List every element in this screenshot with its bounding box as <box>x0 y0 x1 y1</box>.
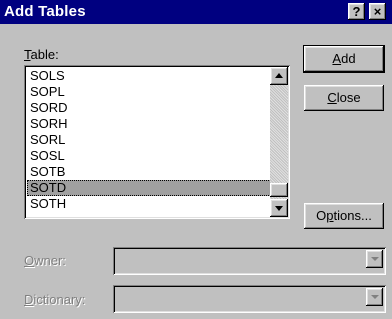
table-listbox[interactable]: SOLS SOPL SORD SORH SORL SOSL SOTB SOTD SOTH <box>24 65 290 219</box>
options-button[interactable]: Options... <box>304 203 384 229</box>
dictionary-label: Dictionary: <box>24 292 86 307</box>
help-icon: ? <box>352 4 361 19</box>
help-button[interactable]: ? <box>348 3 365 20</box>
close-icon: × <box>373 4 382 19</box>
table-list-item[interactable]: SOLS <box>27 68 273 84</box>
table-list-item[interactable]: SOSL <box>27 148 273 164</box>
chevron-down-icon <box>371 295 379 299</box>
arrow-up-icon <box>275 73 283 78</box>
table-list-item[interactable]: SOTB <box>27 164 273 180</box>
arrow-down-icon <box>275 206 283 211</box>
dictionary-dropdown-button[interactable] <box>366 288 383 306</box>
scroll-up-button[interactable] <box>270 67 288 85</box>
owner-dropdown-button[interactable] <box>366 250 383 268</box>
chevron-down-icon <box>371 257 379 261</box>
scroll-down-button[interactable] <box>270 199 288 217</box>
owner-combobox[interactable] <box>113 247 386 275</box>
dialog-title: Add Tables <box>4 3 86 20</box>
table-list: SOLS SOPL SORD SORH SORL SOSL SOTB SOTD SOTH <box>27 68 273 212</box>
table-list-item[interactable]: SORH <box>27 116 273 132</box>
table-list-item[interactable]: SOTH <box>27 196 273 212</box>
add-tables-dialog: Add Tables ? × Table: SOLS SOPL SORD SORH SO… <box>0 0 392 319</box>
table-list-item[interactable]: SORD <box>27 100 273 116</box>
scroll-thumb[interactable] <box>270 183 288 197</box>
dictionary-combobox[interactable] <box>113 285 386 313</box>
table-label: Table: <box>24 47 59 62</box>
table-list-item[interactable]: SOTD <box>27 180 273 196</box>
close-button[interactable]: Close <box>304 85 384 111</box>
owner-label: Owner: <box>24 253 66 268</box>
close-window-button[interactable]: × <box>369 3 386 20</box>
table-list-scrollbar[interactable] <box>270 67 288 217</box>
table-list-item[interactable]: SOPL <box>27 84 273 100</box>
add-button[interactable]: Add <box>304 46 384 72</box>
table-list-item[interactable]: SORL <box>27 132 273 148</box>
title-bar[interactable]: Add Tables ? × <box>0 0 392 24</box>
